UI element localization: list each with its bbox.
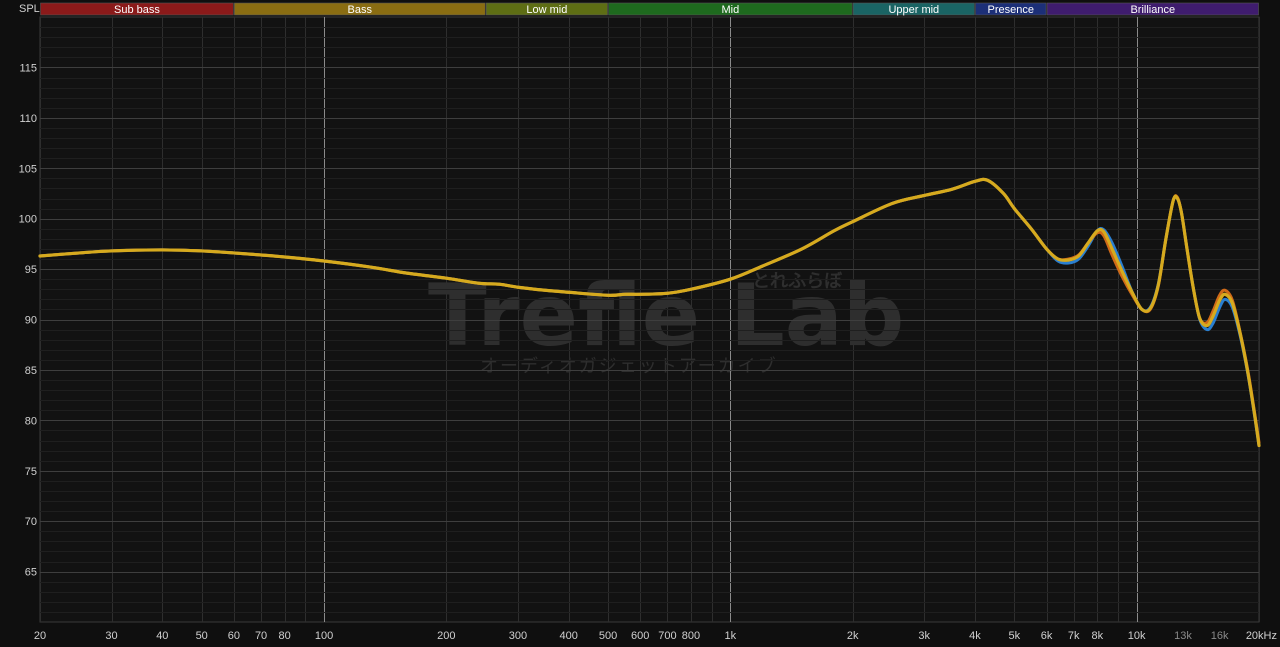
y-tick-label: 85: [25, 365, 37, 377]
x-tick-label: 13k: [1174, 630, 1192, 642]
frequency-band-strip: Sub bass Bass Low mid Mid Upper mid Presence B…: [40, 2, 1259, 16]
frequency-response-chart: SPL Trefle Lab とれふらぼ オーディオガジェットアーカイブ Sub…: [0, 0, 1280, 647]
x-tick-label: 10k: [1128, 630, 1146, 642]
x-tick-label: 20: [34, 630, 46, 642]
x-tick-label: 2k: [847, 630, 859, 642]
x-tick-label: 400: [559, 630, 577, 642]
band-label: Bass: [348, 4, 373, 16]
x-tick-label: 5k: [1009, 630, 1021, 642]
watermark-kana-small: とれふらぼ: [752, 271, 843, 292]
x-tick-label: 8k: [1091, 630, 1103, 642]
y-tick-label: 95: [25, 264, 37, 276]
y-tick-label: 100: [19, 214, 37, 226]
x-tick-label: 200: [437, 630, 455, 642]
band-label: Brilliance: [1130, 4, 1175, 16]
watermark-subtitle: オーディオガジェットアーカイブ: [480, 355, 778, 377]
y-tick-label: 110: [19, 113, 37, 125]
band-label: Presence: [988, 4, 1034, 16]
x-tick-label: 600: [631, 630, 649, 642]
y-axis-label: SPL: [19, 3, 40, 15]
band-label: Low mid: [526, 4, 567, 16]
y-tick-label: 80: [25, 415, 37, 427]
x-tick-label: 100: [315, 630, 333, 642]
y-tick-label: 105: [19, 163, 37, 175]
x-tick-label: 3k: [918, 630, 930, 642]
x-tick-label: 40: [156, 630, 168, 642]
x-tick-label: 50: [196, 630, 208, 642]
x-tick-label: 500: [599, 630, 617, 642]
x-tick-label: 80: [279, 630, 291, 642]
x-tick-label: 16k: [1211, 630, 1229, 642]
y-tick-label: 65: [25, 567, 37, 579]
y-tick-label: 90: [25, 315, 37, 327]
x-tick-label: 300: [509, 630, 527, 642]
x-tick-label: 4k: [969, 630, 981, 642]
x-tick-label: 70: [255, 630, 267, 642]
y-tick-label: 70: [25, 516, 37, 528]
x-tick-label: 800: [682, 630, 700, 642]
y-tick-label: 75: [25, 466, 37, 478]
x-tick-label: 700: [658, 630, 676, 642]
x-tick-label: 6k: [1041, 630, 1053, 642]
band-label: Sub bass: [114, 4, 160, 16]
x-tick-label: 1k: [725, 630, 737, 642]
x-tick-label: 20kHz: [1246, 630, 1277, 642]
band-label: Mid: [721, 4, 739, 16]
band-label: Upper mid: [888, 4, 939, 16]
y-tick-label: 115: [19, 62, 37, 74]
x-tick-label: 30: [105, 630, 117, 642]
x-tick-label: 7k: [1068, 630, 1080, 642]
x-tick-label: 60: [228, 630, 240, 642]
